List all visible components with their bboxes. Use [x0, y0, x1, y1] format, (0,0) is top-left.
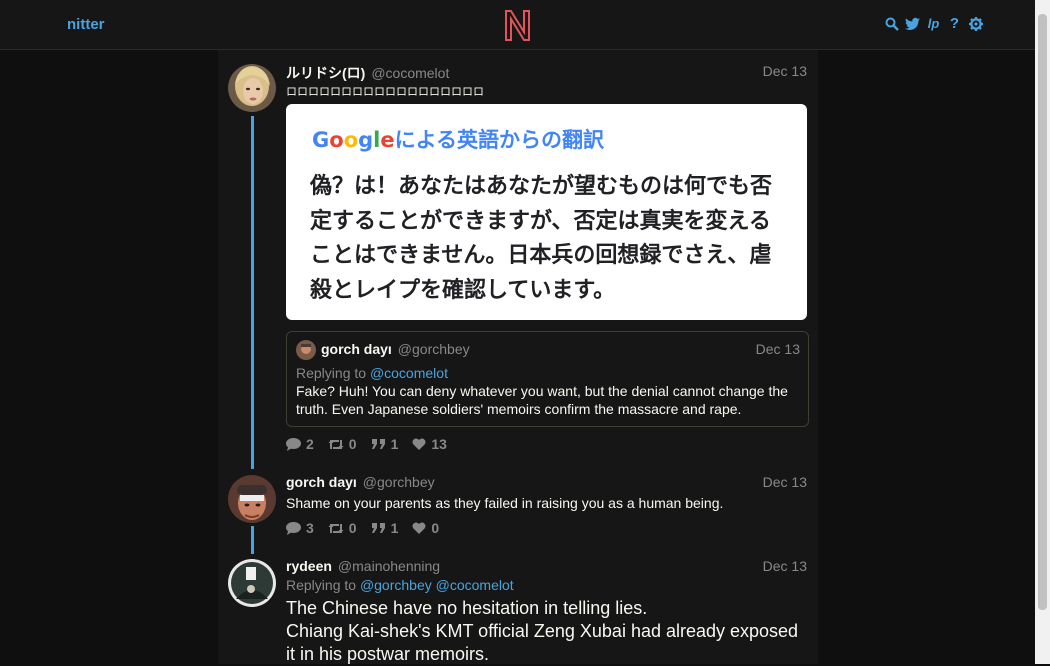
- heart-icon: [412, 438, 426, 450]
- thread-line: [251, 116, 254, 469]
- quote-avatar[interactable]: [296, 340, 316, 360]
- quote-header: gorch dayı @gorchbey: [321, 341, 470, 357]
- nav-icons: lp ?: [884, 16, 983, 31]
- quote-date[interactable]: Dec 13: [756, 341, 800, 357]
- quote-icon: [371, 523, 385, 533]
- avatar[interactable]: [228, 475, 276, 523]
- retweet-count[interactable]: 0: [328, 520, 357, 536]
- username[interactable]: @gorchbey: [363, 474, 435, 490]
- twitter-icon[interactable]: [905, 16, 920, 31]
- google-translate-caption: Googleによる英語からの翻訳: [312, 124, 604, 154]
- comment-icon: [286, 437, 301, 451]
- quote-count[interactable]: 1: [371, 520, 398, 536]
- quoted-tweet[interactable]: gorch dayı @gorchbey Dec 13 Replying to @…: [286, 331, 809, 427]
- fullname[interactable]: gorch dayı: [286, 474, 357, 490]
- comment-icon: [286, 521, 301, 535]
- like-count[interactable]: 0: [412, 520, 439, 536]
- replying-label: Replying to: [286, 577, 357, 593]
- tweet-text-line: it in his postwar memoirs.: [286, 644, 490, 664]
- heart-icon: [412, 522, 426, 534]
- fullname[interactable]: ルリドシ(ロ): [286, 65, 365, 81]
- quote-text: Fake? Huh! You can deny whatever you wan…: [296, 383, 788, 417]
- quote-count[interactable]: 1: [371, 436, 398, 452]
- retweet-count[interactable]: 0: [328, 436, 357, 452]
- username[interactable]: @mainohenning: [338, 558, 440, 574]
- tweet-date[interactable]: Dec 13: [763, 474, 807, 490]
- tweet-date[interactable]: Dec 13: [763, 63, 807, 79]
- nitter-logo-icon[interactable]: [504, 9, 531, 47]
- media-translation-text: 偽？は！あなたはあなたが望むものは何でも否定することができますが、否定は真実を変…: [310, 174, 773, 303]
- replying-to: Replying to @gorchbey @cocomelot: [286, 577, 514, 593]
- tweet-text: Shame on your parents as they failed in …: [286, 495, 724, 511]
- retweet-icon: [328, 523, 344, 533]
- navbar: nitter lp ?: [0, 0, 1035, 50]
- tweet-stats: 2 0 1 13: [286, 436, 447, 452]
- quote-icon: [371, 439, 385, 449]
- google-logo: Google: [312, 128, 395, 152]
- scrollbar-thumb[interactable]: [1038, 14, 1047, 610]
- like-count[interactable]: 13: [412, 436, 447, 452]
- search-icon[interactable]: [884, 16, 899, 31]
- fullname[interactable]: rydeen: [286, 558, 332, 574]
- gear-icon[interactable]: [968, 16, 983, 31]
- tweet-date[interactable]: Dec 13: [763, 558, 807, 574]
- google-caption-text: による英語からの翻訳: [394, 129, 604, 152]
- tweet-header: gorch dayı @gorchbey: [286, 474, 435, 490]
- tweet-header: ルリドシ(ロ) @cocomelot: [286, 63, 449, 83]
- tweet-header: rydeen @mainohenning: [286, 558, 440, 574]
- thread-line: [251, 526, 254, 554]
- mention-link[interactable]: @cocomelot: [370, 365, 448, 381]
- tweet-text-line: The Chinese have no hesitation in tellin…: [286, 598, 648, 618]
- reply-count[interactable]: 2: [286, 436, 314, 452]
- mention-link[interactable]: @gorchbey: [360, 577, 432, 593]
- replying-label: Replying to: [296, 365, 367, 381]
- tweet-text-line: Chiang Kai-shek's KMT official Zeng Xuba…: [286, 621, 799, 641]
- avatar[interactable]: [228, 559, 276, 607]
- quote-username[interactable]: @gorchbey: [398, 341, 470, 357]
- tweet-text: ロロロロロロロロロロロロロロロロロロ: [286, 86, 484, 98]
- quote-replying-to: Replying to @cocomelot: [296, 365, 448, 381]
- reply-count[interactable]: 3: [286, 520, 314, 536]
- help-icon[interactable]: ?: [947, 16, 962, 31]
- media-image[interactable]: Googleによる英語からの翻訳 偽？は！あなたはあなたが望むものは何でも否定す…: [286, 104, 807, 320]
- lp-icon[interactable]: lp: [926, 16, 941, 31]
- tweet-text: The Chinese have no hesitation in tellin…: [286, 597, 811, 666]
- avatar[interactable]: [228, 64, 276, 112]
- username[interactable]: @cocomelot: [371, 65, 449, 81]
- tweet-stats: 3 0 1 0: [286, 520, 439, 536]
- timeline: ルリドシ(ロ) @cocomelot Dec 13 ロロロロロロロロロロロロロロロ…: [218, 50, 818, 664]
- quote-fullname[interactable]: gorch dayı: [321, 341, 392, 357]
- nitter-home-link[interactable]: nitter: [67, 16, 105, 33]
- mention-link[interactable]: @cocomelot: [436, 577, 514, 593]
- retweet-icon: [328, 439, 344, 449]
